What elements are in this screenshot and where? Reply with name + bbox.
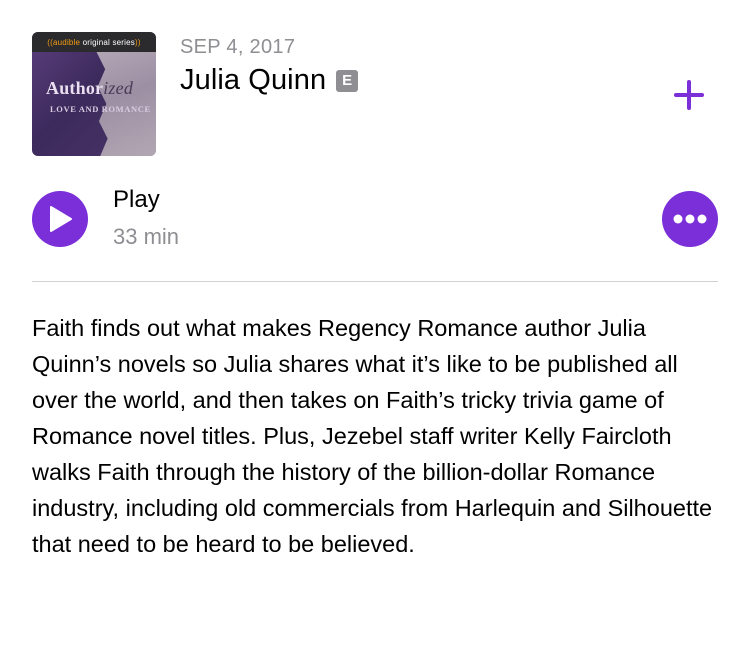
podcast-artwork: ((audible original series)) Authorized L…	[32, 32, 156, 156]
episode-title: Julia Quinn	[180, 64, 327, 96]
explicit-badge: E	[336, 69, 359, 92]
artwork-subtitle: LOVE AND ROMANCE	[50, 104, 151, 114]
artwork-title-rest: ized	[103, 78, 134, 98]
more-options-button[interactable]	[662, 191, 718, 247]
artwork-series-bar: ((audible original series))	[32, 32, 156, 52]
artwork-title: Authorized	[46, 78, 133, 99]
play-label[interactable]: Play	[113, 186, 160, 214]
add-to-library-button[interactable]	[670, 76, 708, 114]
episode-date: SEP 4, 2017	[180, 36, 296, 58]
artwork-title-bold: Author	[46, 78, 104, 98]
ellipsis-icon	[673, 214, 707, 224]
episode-duration: 33 min	[113, 224, 180, 249]
artwork-series-prefix: audible	[53, 37, 81, 47]
section-divider	[32, 281, 718, 282]
play-button[interactable]	[32, 191, 88, 247]
episode-description: Faith finds out what makes Regency Roman…	[32, 315, 713, 557]
play-icon	[50, 206, 72, 232]
artwork-series-label: ((audible original series))	[47, 37, 141, 47]
artwork-series-suffix: original series	[82, 37, 135, 47]
episode-title-row: Julia Quinn E	[180, 64, 359, 97]
plus-icon	[674, 80, 704, 110]
